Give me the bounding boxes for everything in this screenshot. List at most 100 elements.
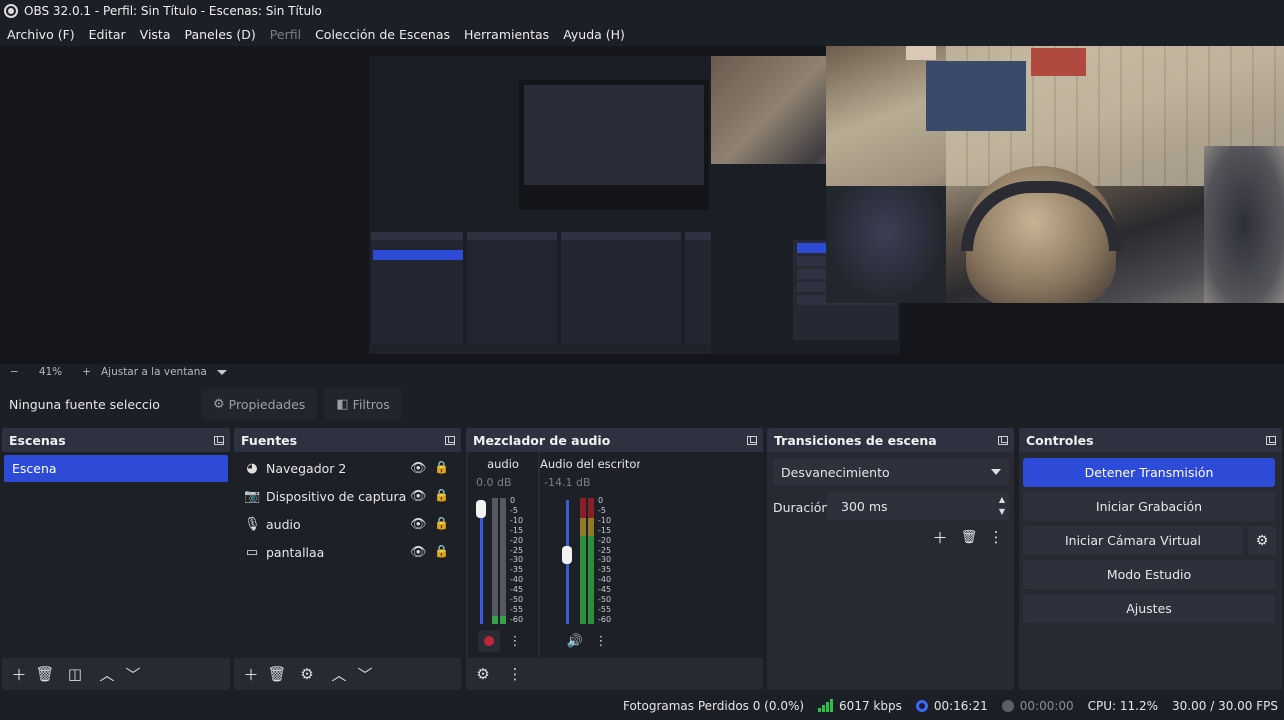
- window-title: OBS 32.0.1 - Perfil: Sin Título - Escena…: [24, 4, 322, 18]
- menu-herramientas[interactable]: Herramientas: [457, 27, 556, 42]
- menu-editar[interactable]: Editar: [82, 27, 133, 42]
- scenes-title: Escenas: [9, 432, 66, 448]
- db-scale-tick: -55: [598, 604, 612, 614]
- lock-icon[interactable]: 🔒: [434, 544, 449, 558]
- source-row[interactable]: 🎙 audio 👁 🔒: [234, 510, 461, 538]
- chevron-down-icon[interactable]: ﹀: [120, 661, 146, 687]
- db-scale-tick: -30: [598, 555, 612, 565]
- lock-icon[interactable]: 🔒: [434, 488, 449, 502]
- nested-preview: [519, 80, 709, 210]
- zoom-level: 41%: [38, 366, 63, 378]
- mixer-header: Mezclador de audio: [466, 428, 763, 452]
- mute-button[interactable]: [478, 630, 500, 652]
- webcam-source-image: [826, 46, 1284, 303]
- kebab-menu-icon[interactable]: ⋮: [590, 630, 612, 652]
- sources-header: Fuentes: [234, 428, 461, 452]
- sources-dock: Fuentes ◕ Navegador 2 👁 🔒 📷 Dispositivo …: [234, 428, 461, 690]
- chevron-down-icon[interactable]: ﹀: [352, 661, 378, 687]
- speaker-icon[interactable]: 🔊: [564, 630, 586, 652]
- db-scale-tick: -25: [598, 545, 612, 555]
- undock-icon[interactable]: [445, 435, 455, 445]
- start-virtual-camera-button[interactable]: Iniciar Cámara Virtual: [1023, 526, 1243, 555]
- db-scale-tick: -10: [598, 515, 612, 525]
- muted-speaker-icon: [484, 636, 494, 646]
- volume-track[interactable]: [480, 500, 483, 624]
- add-transition-icon[interactable]: ＋: [927, 524, 953, 550]
- db-scale-tick: -20: [510, 535, 524, 545]
- db-scale-tick: -50: [510, 595, 524, 605]
- filters-label: Filtros: [352, 396, 390, 412]
- eye-icon[interactable]: 👁: [410, 489, 427, 504]
- source-row[interactable]: ◕ Navegador 2 👁 🔒: [234, 454, 461, 482]
- db-scale-tick: -55: [510, 604, 524, 614]
- undock-icon[interactable]: [1266, 435, 1276, 445]
- volume-slider[interactable]: [476, 500, 486, 518]
- kebab-menu-icon[interactable]: ⋮: [504, 630, 526, 652]
- spinner-icon[interactable]: ▲ ▼: [999, 494, 1005, 518]
- camera-icon: 📷: [244, 488, 261, 504]
- undock-icon[interactable]: [214, 435, 224, 445]
- advanced-audio-icon[interactable]: ⚙: [470, 661, 496, 687]
- db-scale-tick: -25: [510, 545, 524, 555]
- eye-icon[interactable]: 👁: [410, 461, 427, 476]
- volume-slider[interactable]: [562, 545, 572, 564]
- db-scale-tick: -40: [598, 575, 612, 585]
- kebab-menu-icon[interactable]: ⋮: [502, 661, 528, 687]
- menu-paneles[interactable]: Paneles (D): [178, 27, 263, 42]
- menu-coleccion-escenas[interactable]: Colección de Escenas: [308, 27, 457, 42]
- zoom-out-icon[interactable]: −: [10, 366, 19, 378]
- add-source-icon[interactable]: ＋: [238, 661, 264, 687]
- trash-icon[interactable]: 🗑: [956, 524, 982, 550]
- cpu-usage: CPU: 11.2%: [1087, 699, 1159, 713]
- scene-item[interactable]: Escena: [4, 455, 228, 482]
- start-recording-button[interactable]: Iniciar Grabación: [1023, 492, 1275, 521]
- preview-canvas[interactable]: [369, 56, 900, 354]
- source-row[interactable]: ▭ pantallaa 👁 🔒: [234, 538, 461, 566]
- db-scale-tick: 0: [510, 496, 516, 505]
- stream-time-value: 00:16:21: [933, 699, 988, 713]
- duration-label: Duración: [773, 500, 830, 515]
- nested-status: [369, 344, 711, 354]
- studio-mode-button[interactable]: Modo Estudio: [1023, 560, 1275, 589]
- menu-archivo[interactable]: Archivo (F): [0, 27, 82, 42]
- nested-transitions-dock: [685, 232, 711, 344]
- virtual-camera-settings-gear-icon[interactable]: ⚙: [1248, 526, 1276, 555]
- undock-icon[interactable]: [998, 435, 1008, 445]
- db-scale-tick: -45: [510, 585, 524, 595]
- undock-icon[interactable]: [747, 435, 757, 445]
- settings-button[interactable]: Ajustes: [1023, 594, 1275, 623]
- sources-title: Fuentes: [241, 432, 298, 448]
- monitor-icon: ▭: [245, 544, 259, 560]
- eye-icon[interactable]: 👁: [410, 545, 427, 560]
- browser-icon: ◕: [246, 460, 258, 476]
- duration-input[interactable]: 300 ms ▲ ▼: [827, 492, 1009, 520]
- sources-footer: ＋ 🗑 ⚙ ︿ ﹀: [234, 658, 461, 690]
- gear-icon[interactable]: ⚙: [294, 661, 320, 687]
- filters-button[interactable]: ◧ Filtros: [324, 389, 402, 419]
- db-scale-tick: -35: [510, 565, 524, 575]
- mixer-empty-area: [640, 452, 763, 658]
- zoom-in-icon[interactable]: +: [82, 366, 91, 378]
- chevron-up-icon[interactable]: ︿: [94, 661, 120, 687]
- eye-icon[interactable]: 👁: [410, 517, 427, 532]
- properties-button[interactable]: ⚙ Propiedades: [201, 389, 318, 419]
- sources-list: ◕ Navegador 2 👁 🔒 📷 Dispositivo de captu…: [234, 452, 461, 658]
- dropped-frames: Fotogramas Perdidos 0 (0.0%): [622, 699, 805, 713]
- chevron-down-icon[interactable]: [216, 369, 227, 375]
- add-scene-icon[interactable]: ＋: [6, 661, 32, 687]
- preview-area[interactable]: [0, 46, 1284, 364]
- lock-icon[interactable]: 🔒: [434, 460, 449, 474]
- transition-select[interactable]: Desvanecimiento: [773, 458, 1009, 486]
- source-row[interactable]: 📷 Dispositivo de captura de 👁 🔒: [234, 482, 461, 510]
- scene-filters-icon[interactable]: ◫: [62, 661, 88, 687]
- menu-vista[interactable]: Vista: [133, 27, 178, 42]
- chevron-up-icon[interactable]: ︿: [326, 661, 352, 687]
- trash-icon[interactable]: 🗑: [264, 661, 290, 687]
- trash-icon[interactable]: 🗑: [32, 661, 58, 687]
- fit-to-window[interactable]: Ajustar a la ventana: [101, 366, 207, 378]
- menu-ayuda[interactable]: Ayuda (H): [556, 27, 632, 42]
- controls-dock: Controles Detener Transmisión Iniciar Gr…: [1019, 428, 1282, 690]
- lock-icon[interactable]: 🔒: [434, 516, 449, 530]
- stop-stream-button[interactable]: Detener Transmisión: [1023, 458, 1275, 487]
- kebab-menu-icon[interactable]: ⋮: [983, 524, 1009, 550]
